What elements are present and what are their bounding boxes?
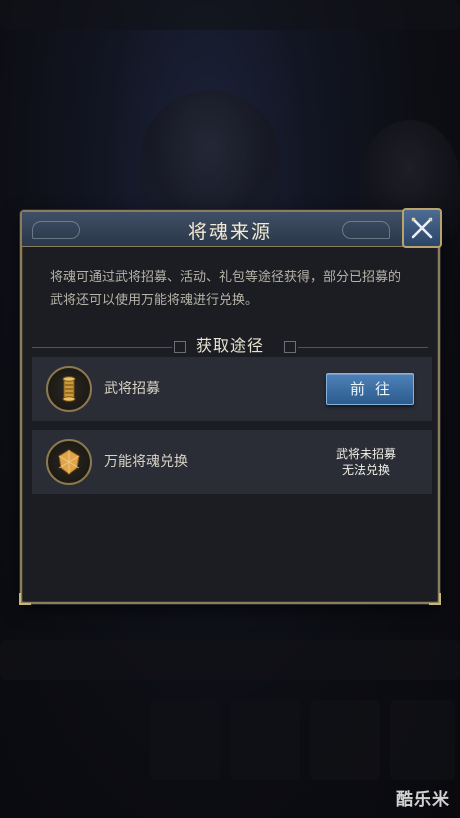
soul-source-dialog: 将魂来源 将魂可通过武将招募、活动、礼包等途径获得，部分已招募的武将还可以使用万… — [19, 208, 442, 605]
source-label: 万能将魂兑换 — [104, 454, 188, 470]
frame-corner-bottom-right — [429, 593, 441, 605]
knot-ornament-right-icon — [284, 341, 296, 353]
divider-right — [298, 347, 428, 348]
frame-corner-bottom-left — [19, 593, 31, 605]
close-button[interactable] — [402, 208, 442, 248]
dialog-description: 将魂可通过武将招募、活动、礼包等途径获得，部分已招募的武将还可以使用万能将魂进行… — [50, 270, 402, 308]
status-line-1: 武将未招募 — [335, 447, 396, 461]
watermark: 酷乐米 — [396, 790, 450, 810]
section-title: 获取途径 — [195, 336, 264, 355]
section-header: 获取途径 — [32, 328, 428, 355]
recruit-item-frame — [46, 366, 92, 412]
dialog-title: 将魂来源 — [187, 221, 272, 243]
exchange-status: 武将未招募 无法兑换 — [324, 446, 408, 478]
go-button[interactable]: 前往 — [326, 373, 414, 405]
soul-item-frame — [46, 439, 92, 485]
close-x-icon — [411, 217, 433, 239]
scroll-icon — [62, 376, 76, 402]
status-line-2: 无法兑换 — [341, 463, 390, 477]
source-row-universal-soul-exchange: 万能将魂兑换 武将未招募 无法兑换 — [32, 430, 432, 494]
soul-fragment-icon — [58, 449, 80, 475]
dialog-title-bar: 将魂来源 — [22, 212, 438, 247]
source-row-recruit: 武将招募 前往 — [32, 357, 432, 421]
source-label: 武将招募 — [104, 381, 160, 397]
